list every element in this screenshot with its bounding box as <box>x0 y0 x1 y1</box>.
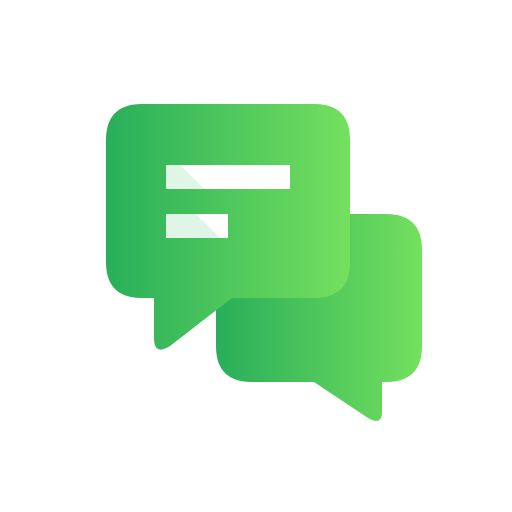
icon-canvas <box>0 0 512 512</box>
chat-bubbles-icon <box>106 104 422 421</box>
